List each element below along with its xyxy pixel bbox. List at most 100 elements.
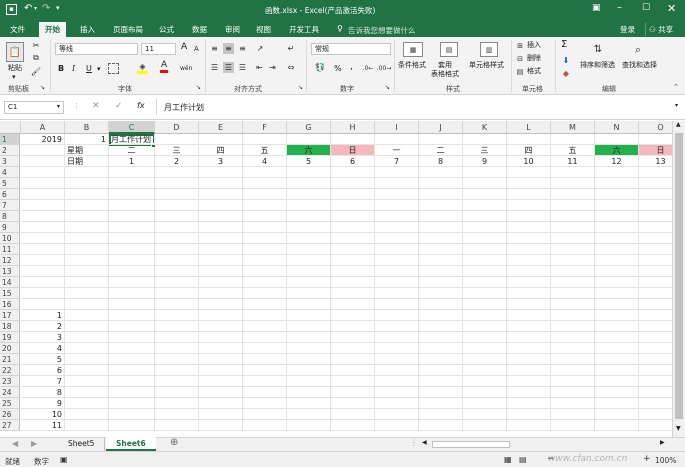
cell-e14[interactable] (199, 277, 243, 288)
cell-i11[interactable] (375, 244, 419, 255)
cell-g2[interactable]: 六 (287, 145, 331, 156)
row-header-21[interactable]: 21 (0, 354, 20, 365)
cell-l16[interactable] (507, 299, 551, 310)
column-header-d[interactable]: D (155, 121, 199, 134)
cell-j21[interactable] (419, 354, 463, 365)
cell-h15[interactable] (331, 288, 375, 299)
cell-j10[interactable] (419, 233, 463, 244)
cell-h22[interactable] (331, 365, 375, 376)
italic-button[interactable]: I (72, 64, 75, 73)
cell-m13[interactable] (551, 266, 595, 277)
cell-h10[interactable] (331, 233, 375, 244)
cell-e18[interactable] (199, 321, 243, 332)
cell-f17[interactable] (243, 310, 287, 321)
cell-k4[interactable] (463, 167, 507, 178)
cell-l10[interactable] (507, 233, 551, 244)
cell-j8[interactable] (419, 211, 463, 222)
cell-a6[interactable] (21, 189, 65, 200)
merge-center-icon[interactable]: ⇔ (285, 62, 297, 73)
cell-d6[interactable] (155, 189, 199, 200)
cell-k16[interactable] (463, 299, 507, 310)
column-header-i[interactable]: I (375, 121, 419, 134)
cell-h23[interactable] (331, 376, 375, 387)
cell-a2[interactable] (21, 145, 65, 156)
cell-l12[interactable] (507, 255, 551, 266)
cell-n13[interactable] (595, 266, 639, 277)
worksheet-grid[interactable]: ABCDEFGHIJKLMNO 1 2 3 4 5 6 7 8 9 10 11 12 13 14 15 16 1… (0, 121, 672, 437)
cell-m8[interactable] (551, 211, 595, 222)
cell-k15[interactable] (463, 288, 507, 299)
cell-k25[interactable] (463, 398, 507, 409)
cell-m2[interactable]: 五 (551, 145, 595, 156)
cell-k17[interactable] (463, 310, 507, 321)
cell-b19[interactable] (65, 332, 109, 343)
cell-j22[interactable] (419, 365, 463, 376)
row-header-2[interactable]: 2 (0, 145, 20, 156)
cell-n12[interactable] (595, 255, 639, 266)
cell-d21[interactable] (155, 354, 199, 365)
fill-icon[interactable]: ⬇ (561, 55, 571, 65)
cell-e22[interactable] (199, 365, 243, 376)
cell-i14[interactable] (375, 277, 419, 288)
sort-filter-icon[interactable]: ⇅ (590, 41, 606, 58)
cell-n8[interactable] (595, 211, 639, 222)
cell-d18[interactable] (155, 321, 199, 332)
column-header-k[interactable]: K (463, 121, 507, 134)
currency-icon[interactable]: 💱 (313, 62, 327, 73)
column-header-h[interactable]: H (331, 121, 375, 134)
cell-c13[interactable] (109, 266, 155, 277)
cell-g21[interactable] (287, 354, 331, 365)
cell-m19[interactable] (551, 332, 595, 343)
cell-d4[interactable] (155, 167, 199, 178)
paste-dropdown-icon[interactable]: ▾ (12, 73, 16, 82)
cell-o25[interactable] (639, 398, 672, 409)
cell-o12[interactable] (639, 255, 672, 266)
cell-o17[interactable] (639, 310, 672, 321)
font-launcher-icon[interactable]: ↘ (196, 84, 201, 91)
cell-h2[interactable]: 日 (331, 145, 375, 156)
formula-input[interactable]: 月工作计划 (156, 99, 671, 115)
cell-c1[interactable]: 月工作计划 (109, 134, 155, 145)
row-header-4[interactable]: 4 (0, 167, 20, 178)
cell-j4[interactable] (419, 167, 463, 178)
name-box[interactable]: C1 (4, 101, 64, 114)
cell-j5[interactable] (419, 178, 463, 189)
cell-o26[interactable] (639, 409, 672, 420)
font-grow-button[interactable]: A (181, 43, 187, 52)
number-launcher-icon[interactable]: ↘ (385, 84, 390, 91)
alignment-launcher-icon[interactable]: ↘ (298, 84, 303, 91)
paste-button[interactable]: 粘贴 (8, 64, 22, 73)
cell-o23[interactable] (639, 376, 672, 387)
cell-n7[interactable] (595, 200, 639, 211)
cell-c7[interactable] (109, 200, 155, 211)
cell-m23[interactable] (551, 376, 595, 387)
cell-j3[interactable]: 8 (419, 156, 463, 167)
row-header-20[interactable]: 20 (0, 343, 20, 354)
cell-e12[interactable] (199, 255, 243, 266)
row-header-14[interactable]: 14 (0, 277, 20, 288)
cell-h8[interactable] (331, 211, 375, 222)
cell-l5[interactable] (507, 178, 551, 189)
cell-e6[interactable] (199, 189, 243, 200)
cell-i10[interactable] (375, 233, 419, 244)
zoom-level[interactable]: 100% (655, 456, 676, 465)
cell-m5[interactable] (551, 178, 595, 189)
cell-d3[interactable]: 2 (155, 156, 199, 167)
cell-d1[interactable] (155, 134, 199, 145)
cell-n23[interactable] (595, 376, 639, 387)
cell-g20[interactable] (287, 343, 331, 354)
cell-k8[interactable] (463, 211, 507, 222)
cell-j15[interactable] (419, 288, 463, 299)
cell-f10[interactable] (243, 233, 287, 244)
scroll-right-icon[interactable]: ▶ (660, 439, 665, 446)
column-header-g[interactable]: G (287, 121, 331, 134)
paste-icon[interactable]: 📋 (6, 42, 24, 62)
cell-m18[interactable] (551, 321, 595, 332)
cell-m25[interactable] (551, 398, 595, 409)
format-cells-icon[interactable]: ▤ (515, 67, 525, 76)
cell-g3[interactable]: 5 (287, 156, 331, 167)
cell-a17[interactable]: 1 (21, 310, 65, 321)
cell-i24[interactable] (375, 387, 419, 398)
cell-e17[interactable] (199, 310, 243, 321)
font-color-button[interactable]: A (160, 61, 169, 73)
